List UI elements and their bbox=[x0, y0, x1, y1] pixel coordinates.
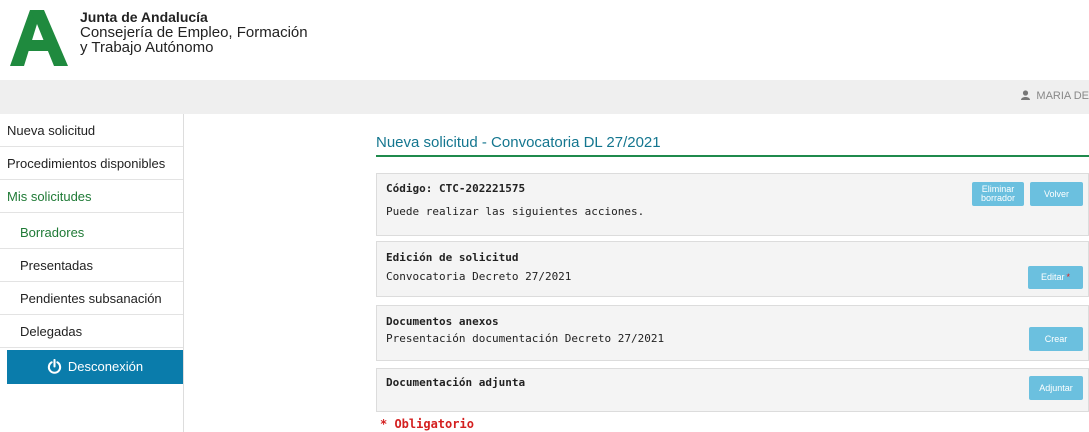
edit-panel: Edición de solicitud Convocatoria Decret… bbox=[376, 241, 1089, 297]
create-button[interactable]: Crear bbox=[1029, 327, 1083, 351]
actions-text: Puede realizar las siguientes acciones. bbox=[386, 205, 645, 218]
sidebar-item-pendientes[interactable]: Pendientes subsanación bbox=[0, 282, 183, 315]
request-code: Código: CTC-202221575 bbox=[386, 182, 526, 195]
sidebar-item-presentadas[interactable]: Presentadas bbox=[0, 249, 183, 282]
header: Junta de Andalucía Consejería de Empleo,… bbox=[0, 0, 1089, 80]
user-bar: MARIA DE bbox=[0, 80, 1089, 114]
sidebar-item-delegadas[interactable]: Delegadas bbox=[0, 315, 183, 348]
docs-text: Presentación documentación Decreto 27/20… bbox=[386, 332, 665, 345]
edit-label: Editar bbox=[1040, 272, 1065, 282]
code-panel: Código: CTC-202221575 Puede realizar las… bbox=[376, 173, 1089, 236]
org-line-3: y Trabajo Autónomo bbox=[80, 39, 214, 56]
attached-heading: Documentación adjunta bbox=[386, 376, 526, 389]
delete-draft-label-2: borrador bbox=[980, 193, 1016, 203]
docs-heading: Documentos anexos bbox=[386, 315, 499, 328]
edit-text: Convocatoria Decreto 27/2021 bbox=[386, 270, 572, 283]
back-button[interactable]: Volver bbox=[1030, 182, 1083, 206]
sidebar-item-nueva-solicitud[interactable]: Nueva solicitud bbox=[0, 114, 183, 147]
page-title: Nueva solicitud - Convocatoria DL 27/202… bbox=[376, 134, 661, 151]
logout-label: Desconexión bbox=[67, 359, 144, 374]
delete-draft-button[interactable]: Eliminar borrador bbox=[972, 182, 1024, 206]
sidebar-item-borradores[interactable]: Borradores bbox=[0, 216, 183, 249]
required-mark: * bbox=[1066, 272, 1071, 282]
attach-button[interactable]: Adjuntar bbox=[1029, 376, 1083, 400]
required-note: * Obligatorio bbox=[380, 417, 474, 431]
user-menu[interactable]: MARIA DE bbox=[1021, 90, 1089, 102]
logout-button[interactable]: Desconexión bbox=[7, 350, 183, 384]
junta-andalucia-logo-icon[interactable] bbox=[10, 10, 68, 66]
sidebar-item-mis-solicitudes[interactable]: Mis solicitudes bbox=[0, 180, 183, 213]
user-name: MARIA DE bbox=[1036, 90, 1089, 102]
power-icon bbox=[47, 359, 62, 374]
edit-button[interactable]: Editar * bbox=[1028, 266, 1083, 289]
attached-panel: Documentación adjunta Adjuntar bbox=[376, 368, 1089, 412]
docs-panel: Documentos anexos Presentación documenta… bbox=[376, 305, 1089, 361]
sidebar-item-procedimientos[interactable]: Procedimientos disponibles bbox=[0, 147, 183, 180]
user-icon bbox=[1021, 90, 1031, 100]
edit-heading: Edición de solicitud bbox=[386, 251, 519, 264]
sidebar: Nueva solicitud Procedimientos disponibl… bbox=[0, 114, 184, 432]
org-line-1: Junta de Andalucía bbox=[80, 9, 208, 25]
title-divider bbox=[376, 155, 1089, 157]
org-line-2: Consejería de Empleo, Formación bbox=[80, 24, 308, 41]
organization-name: Junta de Andalucía Consejería de Empleo,… bbox=[80, 9, 308, 56]
